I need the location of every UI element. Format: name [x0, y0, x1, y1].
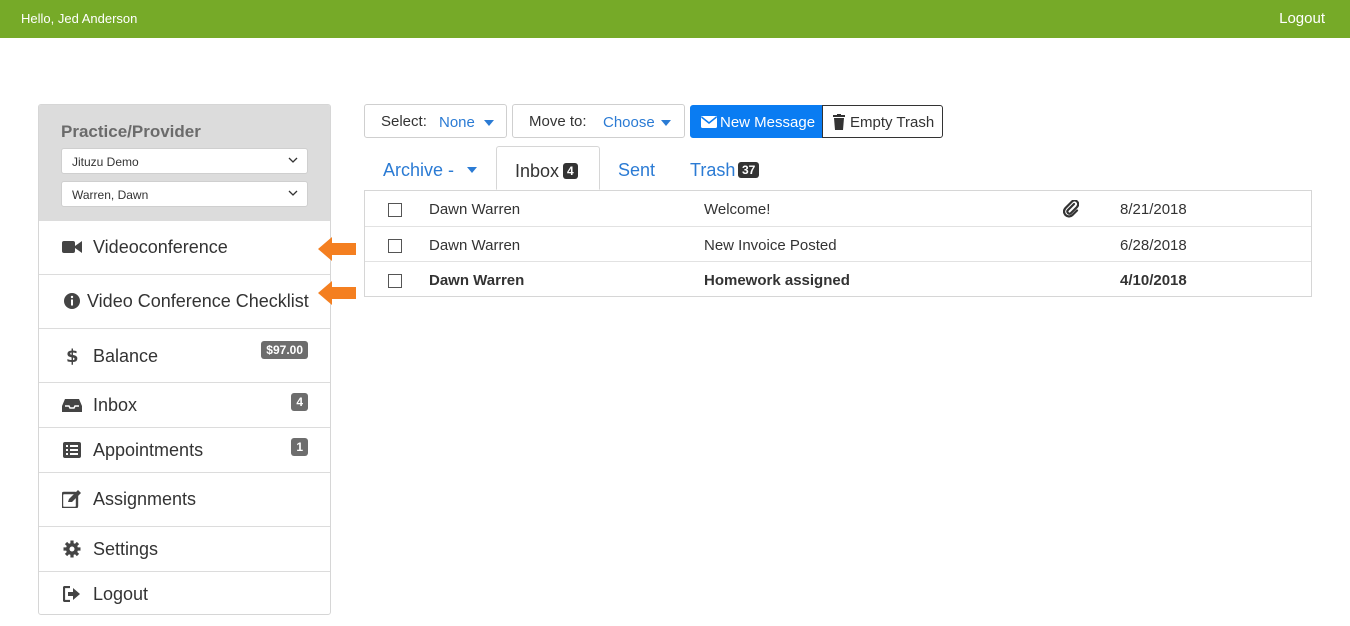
practice-provider-panel: Practice/Provider Jituzu Demo Warren, Da… [39, 105, 330, 220]
empty-trash-label: Empty Trash [850, 114, 935, 131]
sidebar-item-label: Logout [93, 584, 149, 604]
tab-inbox-badge: 4 [563, 163, 578, 179]
tab-archive-label: Archive - [383, 160, 455, 180]
sidebar-item-assignments[interactable]: Assignments [39, 472, 330, 526]
message-date: 6/28/2018 [1120, 237, 1187, 254]
message-from: Dawn Warren [429, 272, 525, 289]
select-value: None [439, 114, 475, 131]
sidebar-item-videoconference[interactable]: Videoconference [39, 220, 330, 274]
chevron-down-icon [288, 190, 298, 196]
new-message-button[interactable]: New Message [690, 105, 823, 138]
list-icon [62, 440, 82, 460]
practice-provider-title: Practice/Provider [61, 122, 201, 141]
annotation-arrow-icon [318, 237, 356, 261]
empty-trash-button[interactable]: Empty Trash [822, 105, 943, 138]
tab-sent[interactable]: Sent [600, 146, 670, 190]
paperclip-icon [1063, 200, 1079, 218]
select-label: Select: [381, 113, 427, 130]
sidebar-item-label: Settings [93, 539, 159, 559]
row-checkbox[interactable] [388, 239, 402, 253]
sidebar-item-inbox[interactable]: Inbox 4 [39, 382, 330, 427]
sidebar-item-label: Appointments [93, 440, 204, 460]
caret-down-icon [661, 120, 671, 126]
practice-select[interactable]: Jituzu Demo [61, 148, 308, 174]
tab-inbox[interactable]: Inbox 4 [496, 146, 600, 190]
sidebar-item-balance[interactable]: $ Balance $97.00 [39, 328, 330, 382]
message-subject: Welcome! [704, 201, 771, 218]
envelope-icon [701, 116, 717, 128]
greeting-text: Hello, Jed Anderson [21, 11, 138, 26]
sidebar-item-appointments[interactable]: Appointments 1 [39, 427, 330, 472]
row-checkbox[interactable] [388, 274, 402, 288]
tab-trash-label: Trash [690, 160, 736, 180]
gear-icon [62, 539, 82, 559]
tab-inbox-label: Inbox [515, 161, 560, 181]
edit-icon [62, 489, 82, 509]
message-subject: Homework assigned [704, 272, 850, 289]
message-date: 8/21/2018 [1120, 201, 1187, 218]
new-message-label: New Message [720, 114, 816, 131]
inbox-count-badge: 4 [291, 393, 308, 411]
balance-badge: $97.00 [261, 341, 308, 359]
trash-icon [833, 114, 845, 130]
caret-down-icon [484, 120, 494, 126]
provider-select-value: Warren, Dawn [72, 188, 149, 202]
sidebar: Practice/Provider Jituzu Demo Warren, Da… [38, 104, 331, 615]
appointments-count-badge: 1 [291, 438, 308, 456]
sidebar-item-label: Assignments [93, 489, 197, 509]
message-from: Dawn Warren [429, 237, 521, 254]
svg-text:$: $ [66, 346, 79, 365]
move-to-label: Move to: [529, 113, 587, 130]
sign-out-icon [62, 584, 82, 604]
video-camera-icon [62, 237, 82, 257]
sidebar-item-video-conference-checklist[interactable]: Video Conference Checklist [39, 274, 330, 328]
chevron-down-icon [288, 157, 298, 163]
tab-archive[interactable]: Archive - [364, 146, 496, 190]
practice-select-value: Jituzu Demo [72, 155, 139, 169]
message-date: 4/10/2018 [1120, 272, 1187, 289]
move-to-dropdown[interactable]: Move to: Choose [512, 104, 685, 138]
table-row[interactable]: Dawn Warren New Invoice Posted 6/28/2018 [365, 226, 1311, 261]
sidebar-item-label: Video Conference Checklist [87, 291, 309, 311]
select-dropdown[interactable]: Select: None [364, 104, 507, 138]
dollar-icon: $ [62, 345, 82, 365]
row-checkbox[interactable] [388, 203, 402, 217]
tab-trash-badge: 37 [738, 162, 760, 178]
table-row[interactable]: Dawn Warren Homework assigned 4/10/2018 [365, 261, 1311, 296]
message-from: Dawn Warren [429, 201, 521, 218]
sidebar-item-settings[interactable]: Settings [39, 526, 330, 571]
sidebar-item-label: Inbox [93, 395, 138, 415]
info-circle-icon [62, 291, 82, 311]
inbox-tray-icon [62, 395, 82, 415]
header-logout-link[interactable]: Logout [1279, 10, 1325, 27]
provider-select[interactable]: Warren, Dawn [61, 181, 308, 207]
annotation-arrow-icon [318, 281, 356, 305]
tab-trash[interactable]: Trash 37 [672, 146, 772, 190]
top-bar: Hello, Jed Anderson Logout [0, 0, 1350, 38]
message-subject: New Invoice Posted [704, 237, 837, 254]
message-list: Dawn Warren Welcome! 8/21/2018 Dawn Warr… [364, 190, 1312, 297]
sidebar-item-label: Balance [93, 346, 159, 366]
tab-sent-label: Sent [618, 160, 656, 180]
sidebar-item-logout[interactable]: Logout [39, 571, 330, 614]
move-to-value: Choose [603, 114, 655, 131]
caret-down-icon [467, 167, 477, 173]
sidebar-item-label: Videoconference [93, 237, 228, 257]
table-row[interactable]: Dawn Warren Welcome! 8/21/2018 [365, 191, 1311, 226]
